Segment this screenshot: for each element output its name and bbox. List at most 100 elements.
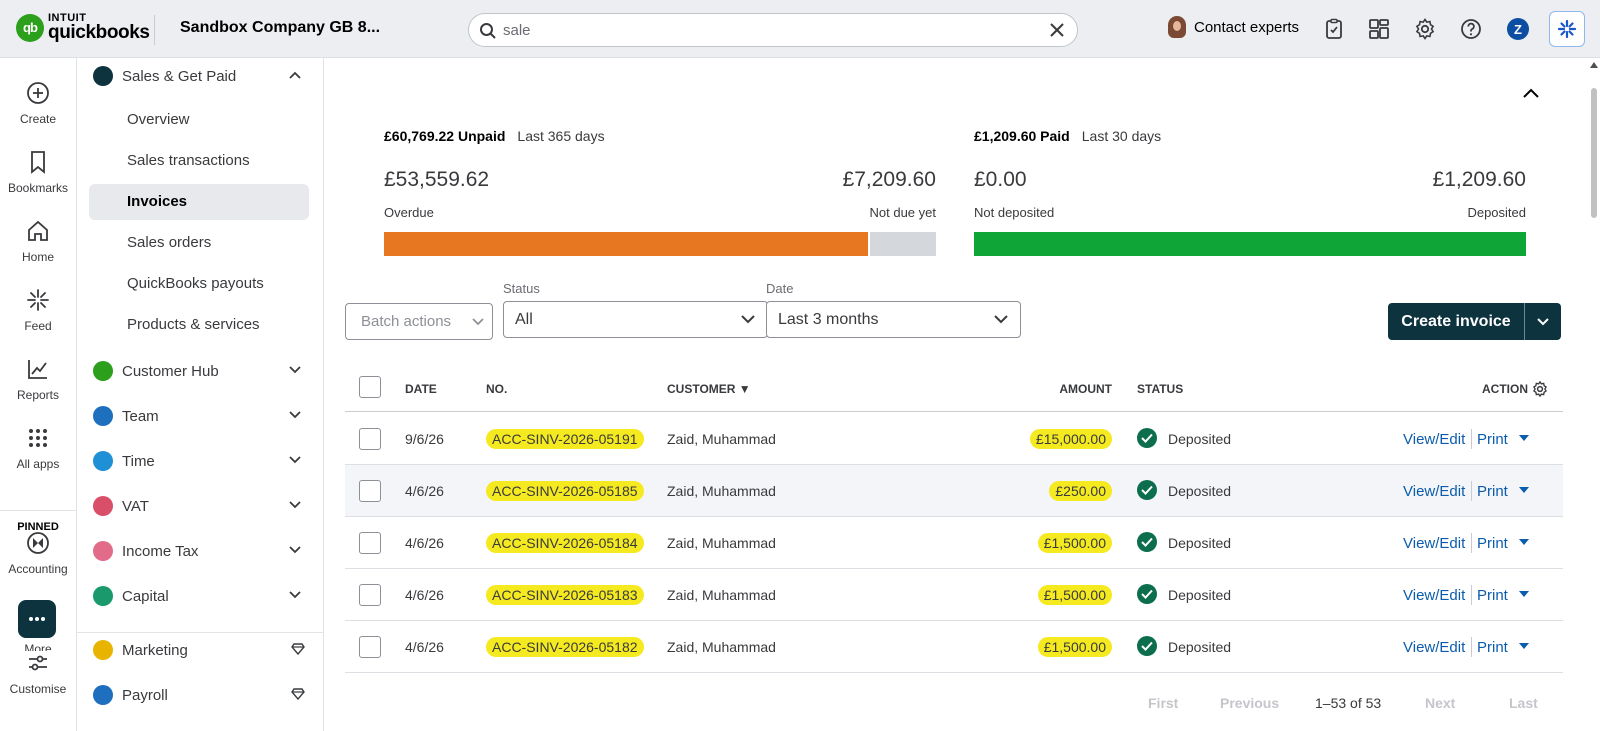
nav-section-payroll-label: Payroll xyxy=(122,686,168,704)
rail-accounting[interactable]: Accounting xyxy=(0,530,76,576)
pagination-next[interactable]: Next xyxy=(1425,695,1455,711)
view-edit-link[interactable]: View/Edit xyxy=(1403,639,1465,656)
view-edit-link[interactable]: View/Edit xyxy=(1403,535,1465,552)
pagination-first[interactable]: First xyxy=(1148,695,1178,711)
row-invoice-number[interactable]: ACC-SINV-2026-05184 xyxy=(486,533,644,553)
rail-feed-label: Feed xyxy=(24,319,52,333)
batch-actions-dropdown[interactable]: Batch actions xyxy=(345,303,493,340)
caret-down-icon[interactable] xyxy=(1519,539,1529,545)
caret-down-icon[interactable] xyxy=(1519,591,1529,597)
rail-customise[interactable]: Customise xyxy=(0,650,76,696)
nav-item-sales-orders[interactable]: Sales orders xyxy=(89,225,309,261)
print-link[interactable]: Print xyxy=(1477,587,1508,604)
rail-bookmarks[interactable]: Bookmarks xyxy=(0,149,76,195)
nav-section-capital[interactable]: Capital xyxy=(93,579,307,613)
view-edit-link[interactable]: View/Edit xyxy=(1403,483,1465,500)
nav-item-invoices[interactable]: Invoices xyxy=(89,184,309,220)
check-circle-icon xyxy=(1137,584,1157,604)
unpaid-progress-bar[interactable] xyxy=(384,232,936,256)
table-row[interactable]: 9/6/26 ACC-SINV-2026-05191 Zaid, Muhamma… xyxy=(345,413,1563,465)
print-link[interactable]: Print xyxy=(1477,535,1508,552)
nav-item-products-services[interactable]: Products & services xyxy=(89,307,309,343)
nav-section-time[interactable]: Time xyxy=(93,444,307,478)
nav-section-marketing[interactable]: Marketing xyxy=(93,633,307,667)
company-name[interactable]: Sandbox Company GB 8... xyxy=(180,19,380,37)
column-customer[interactable]: CUSTOMER ▼ xyxy=(667,382,751,396)
view-edit-link[interactable]: View/Edit xyxy=(1403,431,1465,448)
row-invoice-number[interactable]: ACC-SINV-2026-05185 xyxy=(486,481,644,501)
nav-item-overview[interactable]: Overview xyxy=(89,102,309,138)
table-row[interactable]: 4/6/26 ACC-SINV-2026-05184 Zaid, Muhamma… xyxy=(345,517,1563,569)
table-row[interactable]: 4/6/26 ACC-SINV-2026-05183 Zaid, Muhamma… xyxy=(345,569,1563,621)
view-edit-link[interactable]: View/Edit xyxy=(1403,587,1465,604)
rail-reports[interactable]: Reports xyxy=(0,356,76,402)
help-icon[interactable] xyxy=(1459,17,1483,41)
rail-all-apps[interactable]: All apps xyxy=(0,425,76,471)
pagination-last[interactable]: Last xyxy=(1509,695,1538,711)
nav-section-team[interactable]: Team xyxy=(93,399,307,433)
rail-home[interactable]: Home xyxy=(0,218,76,264)
user-avatar[interactable]: Z xyxy=(1507,18,1529,40)
scroll-up-icon[interactable] xyxy=(1590,62,1598,68)
clipboard-check-icon[interactable] xyxy=(1322,17,1346,41)
divider xyxy=(154,15,155,45)
gear-icon[interactable] xyxy=(1413,17,1437,41)
select-all-checkbox[interactable] xyxy=(359,376,381,398)
print-link[interactable]: Print xyxy=(1477,639,1508,656)
nav-item-sales-transactions[interactable]: Sales transactions xyxy=(89,143,309,179)
chevron-up-icon xyxy=(289,71,301,79)
row-invoice-number[interactable]: ACC-SINV-2026-05183 xyxy=(486,585,644,605)
column-no[interactable]: NO. xyxy=(486,382,507,396)
rail-feed[interactable]: Feed xyxy=(0,287,76,333)
scrollbar-thumb[interactable] xyxy=(1591,88,1597,218)
row-checkbox[interactable] xyxy=(359,584,381,606)
gear-icon[interactable] xyxy=(1531,380,1549,398)
more-button[interactable] xyxy=(18,600,56,638)
chevron-up-icon[interactable] xyxy=(1523,88,1539,98)
contact-experts-button[interactable]: Contact experts xyxy=(1168,16,1299,38)
column-status[interactable]: STATUS xyxy=(1137,382,1183,396)
search-bar[interactable] xyxy=(468,13,1078,47)
row-status: Deposited xyxy=(1168,483,1232,499)
print-link[interactable]: Print xyxy=(1477,483,1508,500)
status-select[interactable]: All xyxy=(503,301,768,338)
row-invoice-number[interactable]: ACC-SINV-2026-05191 xyxy=(486,429,644,449)
create-invoice-button[interactable]: Create invoice xyxy=(1388,303,1524,340)
rail-create[interactable]: Create xyxy=(0,80,76,126)
page-scrollbar[interactable] xyxy=(1588,58,1600,731)
paid-progress-bar[interactable] xyxy=(974,232,1526,256)
nav-item-quickbooks-payouts[interactable]: QuickBooks payouts xyxy=(89,266,309,302)
row-checkbox[interactable] xyxy=(359,532,381,554)
print-link[interactable]: Print xyxy=(1477,431,1508,448)
search-input[interactable] xyxy=(503,20,1023,40)
caret-down-icon[interactable] xyxy=(1519,643,1529,649)
row-checkbox[interactable] xyxy=(359,636,381,658)
table-row[interactable]: 4/6/26 ACC-SINV-2026-05182 Zaid, Muhamma… xyxy=(345,621,1563,673)
nav-section-vat[interactable]: VAT xyxy=(93,489,307,523)
create-invoice-menu-button[interactable] xyxy=(1525,303,1561,340)
pagination-previous[interactable]: Previous xyxy=(1220,695,1279,711)
nav-section-income-tax[interactable]: Income Tax xyxy=(93,534,307,568)
intuit-assist-button[interactable] xyxy=(1549,11,1585,47)
unpaid-summary[interactable]: £60,769.22 Unpaid Last 365 days £53,559.6… xyxy=(384,128,936,220)
caret-down-icon[interactable] xyxy=(1519,487,1529,493)
table-row[interactable]: 4/6/26 ACC-SINV-2026-05185 Zaid, Muhamma… xyxy=(345,465,1563,517)
row-checkbox[interactable] xyxy=(359,428,381,450)
column-date[interactable]: DATE xyxy=(405,382,437,396)
paid-summary[interactable]: £1,209.60 Paid Last 30 days £0.00 Not dep… xyxy=(974,128,1526,220)
column-amount[interactable]: AMOUNT xyxy=(1050,382,1112,396)
nav-section-customer-hub[interactable]: Customer Hub xyxy=(93,354,307,388)
caret-down-icon[interactable] xyxy=(1519,435,1529,441)
nav-section-payroll[interactable]: Payroll xyxy=(93,678,307,712)
apps-grid-icon[interactable] xyxy=(1367,17,1391,41)
row-status: Deposited xyxy=(1168,587,1232,603)
row-invoice-number[interactable]: ACC-SINV-2026-05182 xyxy=(486,637,644,657)
quickbooks-logo[interactable]: qb INTUIT quickbooks xyxy=(16,13,150,42)
close-icon[interactable] xyxy=(1049,22,1065,38)
nav-section-sales-label: Sales & Get Paid xyxy=(122,67,237,85)
reports-chart-icon xyxy=(28,360,47,379)
date-select[interactable]: Last 3 months xyxy=(766,301,1021,338)
row-checkbox[interactable] xyxy=(359,480,381,502)
nav-section-sales[interactable]: Sales & Get Paid xyxy=(93,59,307,93)
rail-customise-label: Customise xyxy=(9,682,67,696)
